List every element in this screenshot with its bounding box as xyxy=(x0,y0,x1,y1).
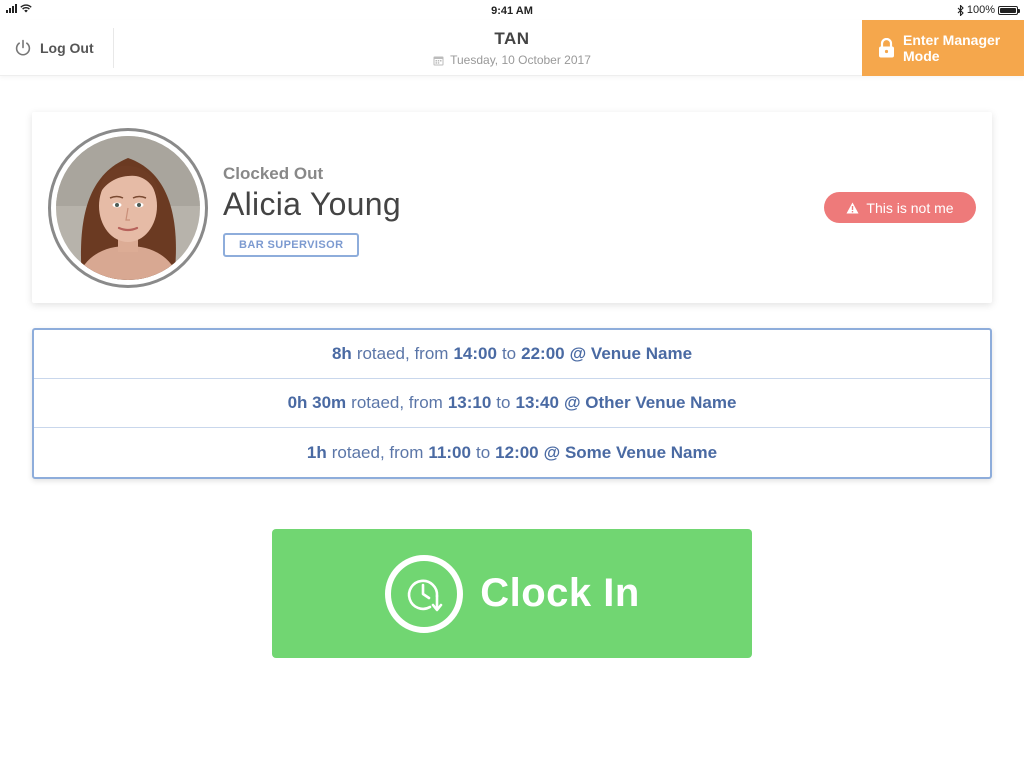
shift-venue: @ Some Venue Name xyxy=(543,442,718,462)
profile-info: Clocked Out Alicia Young BAR SUPERVISOR xyxy=(223,164,401,257)
bluetooth-icon xyxy=(957,4,964,16)
shift-row: 0h 30m rotaed, from 13:10 to 13:40 @ Oth… xyxy=(34,379,990,428)
shift-duration: 0h 30m xyxy=(287,393,347,412)
venue-code: TAN xyxy=(494,29,530,48)
status-bar: 9:41 AM 100% xyxy=(0,0,1024,22)
avatar-portrait xyxy=(56,136,200,280)
shift-end: 12:00 xyxy=(495,442,539,462)
clock-in-icon xyxy=(385,554,464,633)
warning-icon xyxy=(846,202,859,213)
avatar-photo xyxy=(56,136,200,280)
profile-card: Clocked Out Alicia Young BAR SUPERVISOR … xyxy=(32,112,992,303)
shift-to-text: to xyxy=(496,393,511,412)
shift-to-text: to xyxy=(501,344,517,363)
header-center: TAN Tuesday, 10 October 2017 xyxy=(312,29,712,67)
manager-mode-label: Enter Manager Mode xyxy=(903,32,1001,64)
shift-end: 22:00 xyxy=(521,344,565,363)
this-is-not-me-button[interactable]: This is not me xyxy=(824,192,976,223)
logout-button[interactable]: Log Out xyxy=(0,28,114,68)
shift-rotaed-text: rotaed, from xyxy=(356,344,449,363)
logout-label: Log Out xyxy=(40,40,94,56)
shift-list: 8h rotaed, from 14:00 to 22:00 @ Venue N… xyxy=(32,328,992,479)
shift-duration: 8h xyxy=(331,344,352,363)
shift-row: 1h rotaed, from 11:00 to 12:00 @ Some Ve… xyxy=(34,428,990,477)
shift-venue: @ Other Venue Name xyxy=(563,393,737,412)
shift-start: 13:10 xyxy=(447,393,492,412)
status-right: 100% xyxy=(957,4,1020,16)
shift-start: 14:00 xyxy=(453,344,497,363)
shift-start: 11:00 xyxy=(428,442,471,462)
power-icon xyxy=(15,39,31,56)
role-badge: BAR SUPERVISOR xyxy=(223,233,360,257)
shift-to-text: to xyxy=(475,442,491,462)
battery-percent: 100% xyxy=(966,4,995,16)
calendar-icon xyxy=(433,56,444,65)
shift-end: 13:40 xyxy=(515,393,559,412)
header-date: Tuesday, 10 October 2017 xyxy=(312,53,712,67)
clock-status: Clocked Out xyxy=(223,164,324,183)
clock-in-label: Clock In xyxy=(480,571,640,615)
enter-manager-mode-button[interactable]: Enter Manager Mode xyxy=(862,20,1024,76)
not-me-label: This is not me xyxy=(866,199,954,216)
clock-in-button[interactable]: Clock In xyxy=(272,529,752,658)
shift-venue: @ Venue Name xyxy=(569,344,693,363)
status-time: 9:41 AM xyxy=(491,5,533,17)
staff-name: Alicia Young xyxy=(223,186,401,222)
header: Log Out TAN Tuesday, 10 October 2017 Ent… xyxy=(0,20,1024,76)
shift-row: 8h rotaed, from 14:00 to 22:00 @ Venue N… xyxy=(34,330,990,379)
lock-icon xyxy=(879,38,894,58)
shift-rotaed-text: rotaed, from xyxy=(331,442,424,462)
date-text: Tuesday, 10 October 2017 xyxy=(450,53,591,67)
battery-icon xyxy=(998,5,1020,15)
shift-duration: 1h xyxy=(306,442,327,462)
shift-rotaed-text: rotaed, from xyxy=(351,393,443,412)
avatar xyxy=(48,128,208,288)
